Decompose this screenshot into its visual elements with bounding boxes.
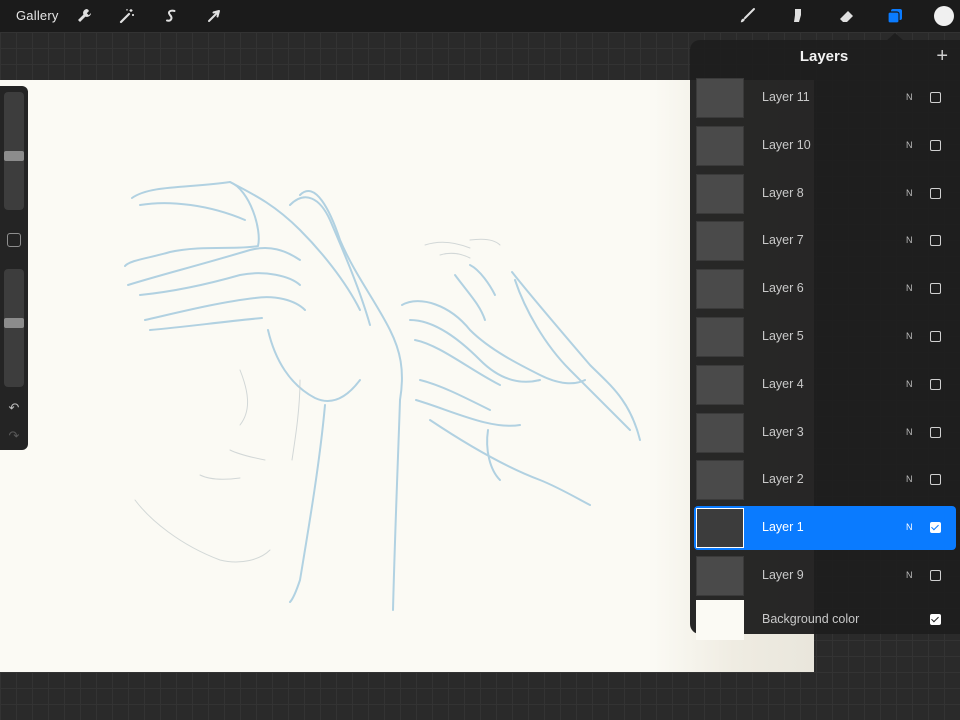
layer-row[interactable]: Layer 4 N xyxy=(694,363,956,407)
layer-blend-mode[interactable]: N xyxy=(906,331,913,341)
layer-row[interactable]: Layer 10 N xyxy=(694,124,956,168)
eraser-icon[interactable] xyxy=(836,5,858,27)
layer-blend-mode[interactable]: N xyxy=(906,474,913,484)
layer-thumbnail[interactable] xyxy=(696,556,744,596)
layer-thumbnail[interactable] xyxy=(696,364,744,405)
layer-name[interactable]: Layer 5 xyxy=(762,329,804,343)
layer-blend-mode[interactable]: N xyxy=(906,188,913,198)
layer-row[interactable]: Layer 8 N xyxy=(694,172,956,216)
redo-arrow-icon[interactable]: ↷ xyxy=(6,428,22,444)
smudge-icon[interactable] xyxy=(786,5,808,27)
gallery-button[interactable]: Gallery xyxy=(16,8,59,23)
add-layer-icon[interactable]: + xyxy=(936,46,948,66)
layer-thumbnail[interactable] xyxy=(696,173,744,214)
layer-visibility-checkbox[interactable] xyxy=(930,378,941,390)
top-toolbar: Gallery xyxy=(0,0,960,32)
layers-icon[interactable] xyxy=(884,5,906,27)
layer-visibility-checkbox[interactable] xyxy=(930,426,941,438)
layer-row[interactable]: Layer 2 N xyxy=(694,458,956,502)
layer-row[interactable]: Layer 9 N xyxy=(694,554,956,598)
wrench-icon[interactable] xyxy=(73,5,95,27)
layer-thumbnail[interactable] xyxy=(696,78,744,118)
layer-visibility-checkbox[interactable] xyxy=(930,235,941,247)
layer-visibility-checkbox[interactable] xyxy=(930,474,941,486)
background-color-swatch[interactable] xyxy=(696,599,744,640)
background-color-row[interactable]: Background color xyxy=(694,598,956,642)
layer-row[interactable]: Layer 1 N xyxy=(694,506,956,551)
layer-name[interactable]: Background color xyxy=(762,612,859,626)
layer-name[interactable]: Layer 11 xyxy=(762,90,810,104)
opacity-thumb[interactable] xyxy=(4,317,24,328)
layer-name[interactable]: Layer 10 xyxy=(762,138,811,152)
layer-row[interactable]: Layer 11 N xyxy=(694,76,956,120)
layer-visibility-checkbox[interactable] xyxy=(930,92,941,103)
opacity-slider[interactable] xyxy=(4,269,24,387)
layer-visibility-checkbox[interactable] xyxy=(930,522,941,534)
layer-row[interactable]: Layer 7 N xyxy=(694,219,956,263)
layer-thumbnail[interactable] xyxy=(696,412,744,453)
color-swatch[interactable] xyxy=(934,6,954,26)
undo-arrow-icon[interactable]: ↶ xyxy=(6,400,22,416)
layer-thumbnail[interactable] xyxy=(696,125,744,166)
layer-blend-mode[interactable]: N xyxy=(906,235,913,245)
background-visibility-checkbox[interactable] xyxy=(930,613,941,625)
magic-wand-icon[interactable] xyxy=(116,5,138,27)
layer-name[interactable]: Layer 4 xyxy=(762,377,804,391)
layer-thumbnail[interactable] xyxy=(696,460,744,501)
layer-name[interactable]: Layer 7 xyxy=(762,233,804,247)
layer-blend-mode[interactable]: N xyxy=(906,427,913,437)
layer-visibility-checkbox[interactable] xyxy=(930,331,941,342)
layer-blend-mode[interactable]: N xyxy=(906,140,913,150)
layer-thumbnail[interactable] xyxy=(696,269,744,310)
layer-visibility-checkbox[interactable] xyxy=(930,570,941,581)
layer-name[interactable]: Layer 6 xyxy=(762,281,804,295)
layer-visibility-checkbox[interactable] xyxy=(930,187,941,199)
layer-row[interactable]: Layer 6 N xyxy=(694,267,956,311)
brush-icon[interactable] xyxy=(736,5,758,27)
layer-row[interactable]: Layer 3 N xyxy=(694,411,956,455)
layer-name[interactable]: Layer 2 xyxy=(762,472,804,486)
selection-s-icon[interactable] xyxy=(160,5,182,27)
layers-panel-title: Layers xyxy=(799,48,849,65)
layer-visibility-checkbox[interactable] xyxy=(930,283,941,295)
layer-row[interactable]: Layer 5 N xyxy=(694,315,956,359)
layer-name[interactable]: Layer 1 xyxy=(762,520,804,534)
layer-thumbnail[interactable] xyxy=(696,317,744,357)
transform-arrow-icon[interactable] xyxy=(203,5,225,27)
layer-blend-mode[interactable]: N xyxy=(906,379,913,389)
layer-blend-mode[interactable]: N xyxy=(906,283,913,293)
layer-name[interactable]: Layer 3 xyxy=(762,425,804,439)
layer-blend-mode[interactable]: N xyxy=(906,570,913,580)
layer-blend-mode[interactable]: N xyxy=(906,92,913,102)
layer-visibility-checkbox[interactable] xyxy=(930,139,941,151)
layer-thumbnail[interactable] xyxy=(696,221,744,262)
modify-square-icon[interactable] xyxy=(7,233,21,247)
layer-blend-mode[interactable]: N xyxy=(906,522,913,532)
layer-name[interactable]: Layer 8 xyxy=(762,186,804,200)
layer-thumbnail[interactable] xyxy=(696,508,744,549)
layer-name[interactable]: Layer 9 xyxy=(762,568,804,582)
left-sidebar: ↶ ↷ xyxy=(0,86,28,450)
brush-size-thumb[interactable] xyxy=(4,151,24,162)
layers-panel: Layers + Layer 11 N Layer 10 N Layer 8 N Layer… xyxy=(690,40,960,640)
